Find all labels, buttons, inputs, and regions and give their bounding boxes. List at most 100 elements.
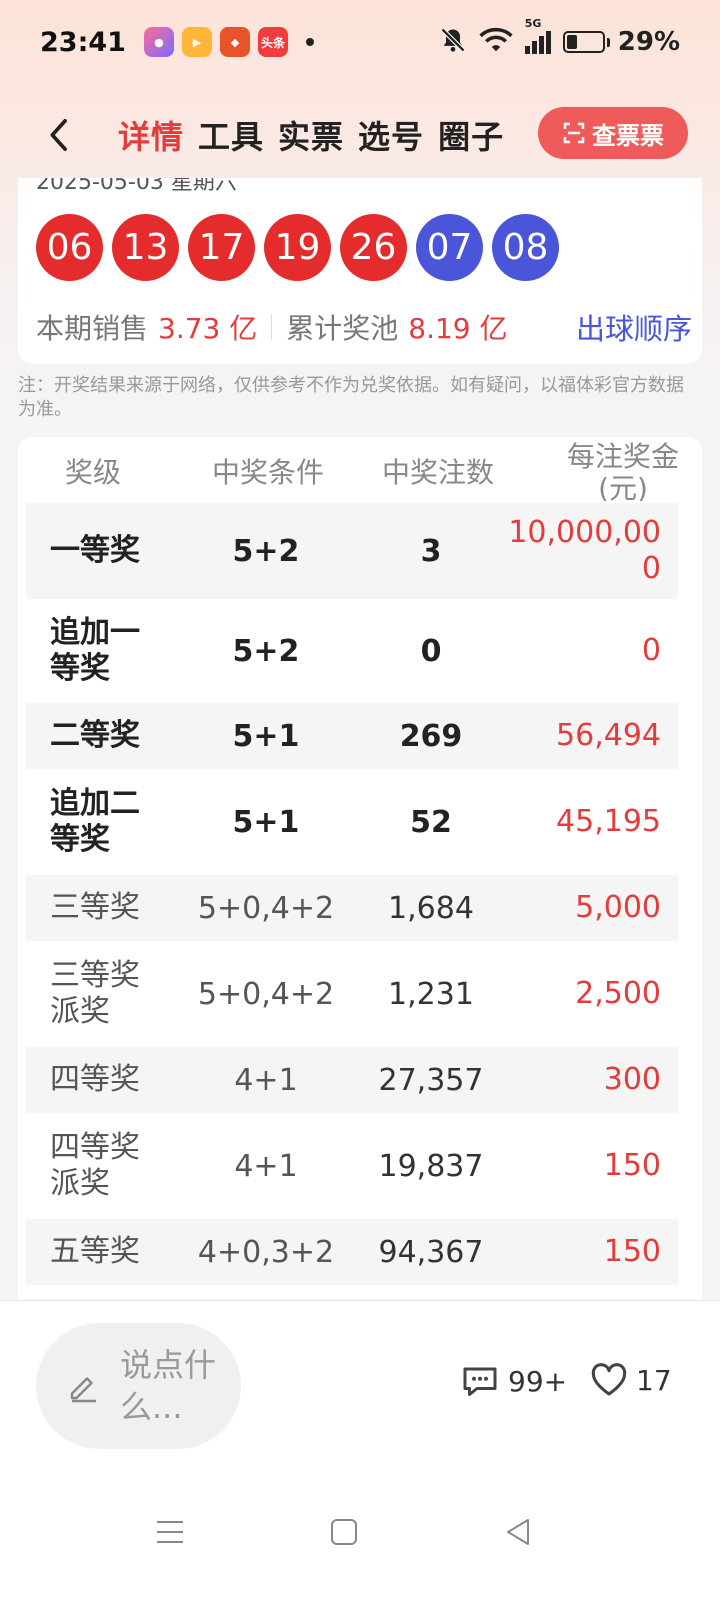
- edit-icon: [70, 1377, 96, 1403]
- draw-date: 2025-05-03 星期六: [36, 178, 237, 195]
- prize-count: 94,367: [378, 1234, 484, 1270]
- divider: [271, 314, 273, 340]
- table-row: 一等奖 5+2 3 10,000,000: [26, 503, 678, 599]
- prize-level: 二等奖: [50, 718, 140, 753]
- prize-count: 1,684: [388, 890, 474, 926]
- prize-condition: 5+2: [232, 633, 300, 669]
- prize-level: 三等奖派奖: [50, 958, 140, 1029]
- prize-table: 奖级 中奖条件 中奖注数 每注奖金(元) 一等奖 5+2 3 10,000,00…: [18, 437, 702, 1299]
- prize-condition: 4+1: [234, 1148, 298, 1184]
- table-row: 四等奖派奖 4+1 19,837 150: [26, 1113, 678, 1219]
- menu-icon: [157, 1521, 183, 1543]
- scan-icon: [563, 122, 585, 144]
- more-notifications-dot: [305, 38, 314, 46]
- top-nav: 详情 工具 实票 选号 圈子 查票票: [0, 95, 720, 175]
- prize-level: 一等奖: [50, 533, 140, 568]
- prize-amount: 300: [603, 1062, 661, 1097]
- prize-count: 52: [410, 804, 452, 840]
- tab-details[interactable]: 详情: [114, 112, 188, 158]
- home-square-icon: [331, 1519, 357, 1545]
- sales-value: 3.73 亿: [158, 312, 258, 345]
- toutiao-icon: 头条: [257, 27, 288, 57]
- prize-level: 四等奖: [50, 1062, 140, 1097]
- back-ball: 07: [416, 214, 483, 281]
- battery-indicator: 29%: [562, 27, 680, 57]
- header-count: 中奖注数: [381, 456, 494, 489]
- tab-real-tickets[interactable]: 实票: [274, 112, 348, 158]
- home-nav-button[interactable]: [314, 1502, 374, 1562]
- prize-count: 269: [399, 718, 463, 754]
- comment-bar: 说点什么... 99+ 17: [0, 1300, 720, 1470]
- prize-condition: 4+0,3+2: [197, 1234, 335, 1270]
- system-nav-bar: [0, 1470, 720, 1604]
- header-level: 奖级: [64, 456, 121, 489]
- check-ticket-label: 查票票: [592, 121, 664, 150]
- notification-icons: ● ▶ ◆ 头条: [143, 27, 314, 57]
- front-ball: 17: [188, 214, 255, 281]
- prize-level: 追加二等奖: [50, 786, 140, 857]
- battery-icon: [562, 31, 605, 53]
- prize-level: 四等奖派奖: [50, 1130, 140, 1201]
- comment-count: 99+: [508, 1364, 568, 1398]
- chevron-left-icon: [50, 118, 67, 152]
- tab-number-picker[interactable]: 选号: [354, 112, 428, 158]
- pool-value: 8.19 亿: [408, 312, 508, 345]
- sales-label: 本期销售: [36, 312, 149, 345]
- back-triangle-icon: [507, 1519, 529, 1545]
- table-row: 四等奖 4+1 27,357 300: [26, 1047, 678, 1113]
- check-ticket-button[interactable]: 查票票: [538, 107, 688, 159]
- mute-icon: [439, 26, 467, 58]
- prize-amount: 150: [603, 1148, 661, 1183]
- tab-bar: 详情 工具 实票 选号 圈子: [114, 112, 508, 158]
- front-ball: 13: [112, 214, 179, 281]
- like-count: 17: [636, 1363, 672, 1397]
- app-icon-3: ◆: [219, 27, 250, 57]
- prize-amount: 5,000: [575, 890, 661, 925]
- header-condition: 中奖条件: [211, 456, 324, 489]
- prize-level: 追加一等奖: [50, 615, 140, 686]
- table-row: 三等奖派奖 5+0,4+2 1,231 2,500: [26, 941, 678, 1047]
- prize-condition: 5+2: [232, 533, 300, 569]
- video-app-icon: ▶: [181, 27, 212, 57]
- back-button[interactable]: [28, 105, 88, 165]
- prize-amount: 56,494: [556, 718, 661, 753]
- prize-count: 1,231: [388, 976, 474, 1012]
- draw-order-link[interactable]: 出球顺序: [576, 306, 692, 348]
- winning-numbers: 06 13 17 19 26 07 08: [36, 214, 559, 281]
- like-button[interactable]: 17: [590, 1363, 672, 1397]
- battery-percent: 29%: [617, 27, 680, 57]
- prize-amount: 45,195: [556, 804, 661, 839]
- prize-level: 五等奖: [50, 1234, 140, 1269]
- table-row: 五等奖 4+0,3+2 94,367 150: [26, 1219, 678, 1285]
- prize-count: 3: [420, 533, 442, 569]
- pool-label: 累计奖池: [286, 312, 399, 345]
- prize-condition: 5+1: [232, 718, 300, 754]
- menu-nav-button[interactable]: [140, 1502, 200, 1562]
- prize-amount: 10,000,000: [508, 515, 661, 586]
- prize-amount: 0: [641, 633, 661, 668]
- comment-input[interactable]: 说点什么...: [36, 1323, 241, 1449]
- back-ball: 08: [492, 214, 559, 281]
- comment-placeholder: 说点什么...: [120, 1346, 217, 1426]
- network-type: 5G: [524, 16, 542, 30]
- tab-circle[interactable]: 圈子: [434, 112, 508, 158]
- prize-count: 27,357: [378, 1062, 484, 1098]
- front-ball: 06: [36, 214, 103, 281]
- front-ball: 19: [264, 214, 331, 281]
- comment-count-button[interactable]: 99+: [460, 1363, 567, 1399]
- table-header: 奖级 中奖条件 中奖注数 每注奖金(元): [18, 437, 702, 503]
- front-ball: 26: [340, 214, 407, 281]
- sales-info-row: 本期销售 3.73 亿 累计奖池 8.19 亿 出球顺序: [36, 306, 696, 348]
- app-icon-1: ●: [143, 27, 174, 57]
- wifi-icon: [479, 26, 513, 58]
- back-nav-button[interactable]: [488, 1502, 548, 1562]
- tab-tools[interactable]: 工具: [194, 112, 268, 158]
- draw-result-card: 2025-05-03 星期六 06 13 17 19 26 07 08 本期销售…: [18, 178, 702, 364]
- table-row: 三等奖 5+0,4+2 1,684 5,000: [26, 875, 678, 941]
- heart-icon: [591, 1363, 627, 1396]
- comment-icon: [463, 1367, 497, 1396]
- prize-count: 19,837: [378, 1148, 484, 1184]
- table-row: 二等奖 5+1 269 56,494: [26, 703, 678, 769]
- prize-condition: 4+1: [234, 1062, 298, 1098]
- prize-condition: 5+0,4+2: [197, 976, 335, 1012]
